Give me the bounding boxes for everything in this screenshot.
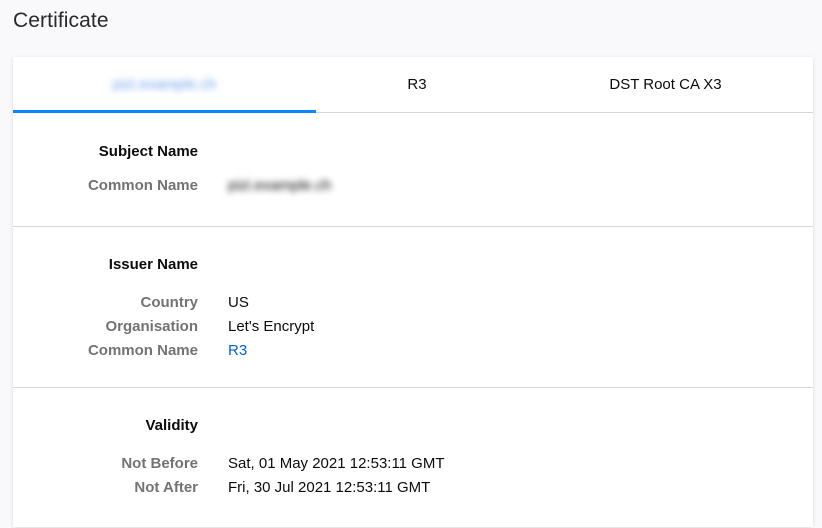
- subject-common-name-value: pizi.example.ch: [228, 177, 332, 194]
- issuer-common-name-label: Common Name: [87, 341, 198, 359]
- tab-r3[interactable]: R3: [316, 57, 518, 112]
- tab-dst-root-label: DST Root CA X3: [609, 76, 722, 93]
- not-after-label: Not After: [134, 478, 198, 496]
- not-before-value: Sat, 01 May 2021 12:53:11 GMT: [228, 454, 445, 472]
- issuer-name-section: Issuer Name Country US Organisation Let'…: [13, 227, 813, 388]
- page-title: Certificate: [13, 9, 109, 32]
- issuer-country-value: US: [228, 293, 249, 311]
- subject-common-name-label: Common Name: [87, 177, 198, 194]
- certificate-card: pizi.example.ch R3 DST Root CA X3 Subjec…: [13, 57, 813, 527]
- not-after-row: Not After Fri, 30 Jul 2021 12:53:11 GMT: [13, 475, 813, 499]
- issuer-country-label: Country: [140, 293, 199, 311]
- issuer-organisation-row: Organisation Let's Encrypt: [13, 314, 813, 338]
- tab-leaf-certificate-label: pizi.example.ch: [112, 76, 217, 93]
- issuer-country-row: Country US: [13, 290, 813, 314]
- not-before-row: Not Before Sat, 01 May 2021 12:53:11 GMT: [13, 451, 813, 475]
- subject-common-name-row: Common Name pizi.example.ch: [13, 177, 813, 194]
- issuer-organisation-label: Organisation: [105, 317, 198, 335]
- subject-name-section: Subject Name Common Name pizi.example.ch: [13, 113, 813, 227]
- tab-r3-label: R3: [407, 76, 427, 93]
- not-before-label: Not Before: [121, 454, 198, 472]
- issuer-common-name-link[interactable]: R3: [228, 342, 247, 359]
- subject-name-heading: Subject Name: [98, 143, 198, 160]
- issuer-common-name-row: Common Name R3: [13, 338, 813, 362]
- certificate-tabs: pizi.example.ch R3 DST Root CA X3: [13, 57, 813, 113]
- not-after-value: Fri, 30 Jul 2021 12:53:11 GMT: [228, 478, 431, 496]
- tab-dst-root-ca-x3[interactable]: DST Root CA X3: [518, 57, 813, 112]
- validity-section: Validity Not Before Sat, 01 May 2021 12:…: [13, 388, 813, 528]
- issuer-name-heading: Issuer Name: [108, 256, 198, 273]
- validity-heading: Validity: [145, 417, 198, 434]
- issuer-organisation-value: Let's Encrypt: [228, 317, 315, 335]
- tab-leaf-certificate[interactable]: pizi.example.ch: [13, 57, 316, 113]
